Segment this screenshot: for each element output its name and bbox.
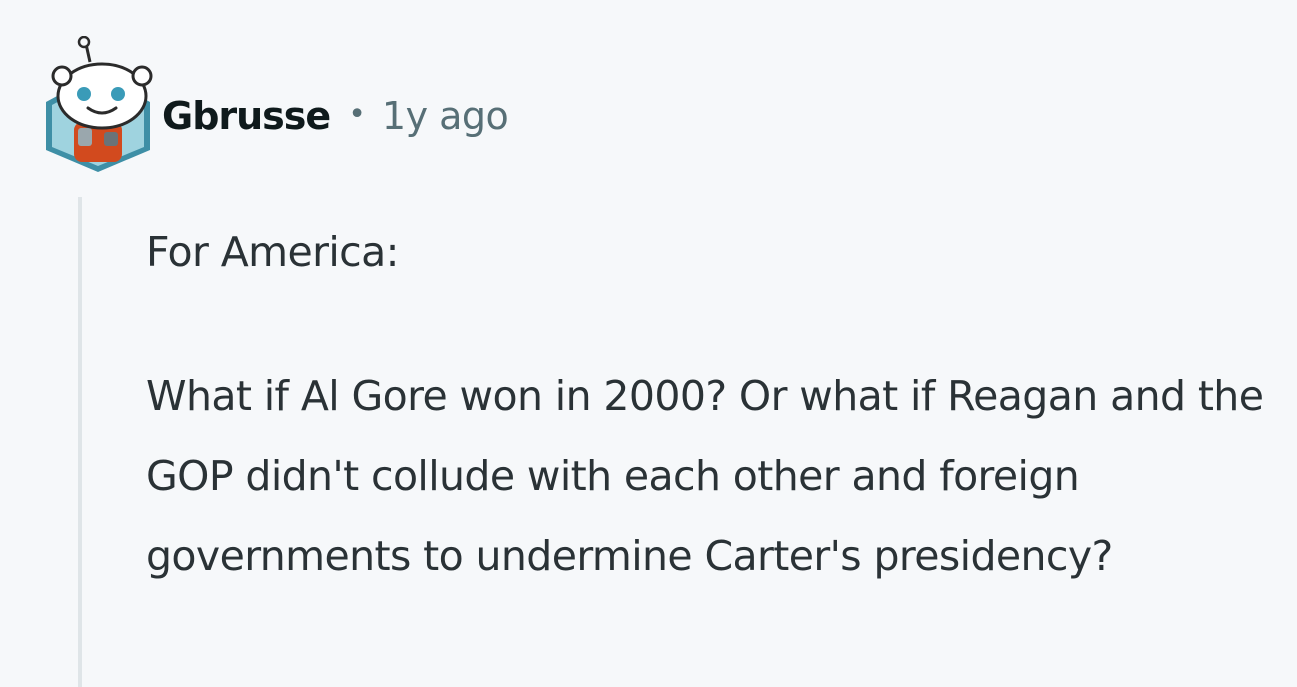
comment-paragraph: For America: — [146, 228, 399, 276]
comment-page: Gbrusse • 1y ago For America: What if Al… — [0, 0, 1297, 687]
thread-collapse-line[interactable] — [78, 197, 82, 687]
meta-separator: • — [348, 96, 366, 132]
comment-paragraph: What if Al Gore won in 2000? Or what if … — [146, 372, 1264, 580]
username-link[interactable]: Gbrusse — [162, 94, 331, 138]
comment-header: Gbrusse • 1y ago — [162, 86, 509, 146]
snoo-avatar-icon[interactable] — [38, 36, 158, 176]
comment-timestamp[interactable]: 1y ago — [382, 94, 509, 138]
comment-body: For America: What if Al Gore won in 2000… — [146, 212, 1291, 596]
